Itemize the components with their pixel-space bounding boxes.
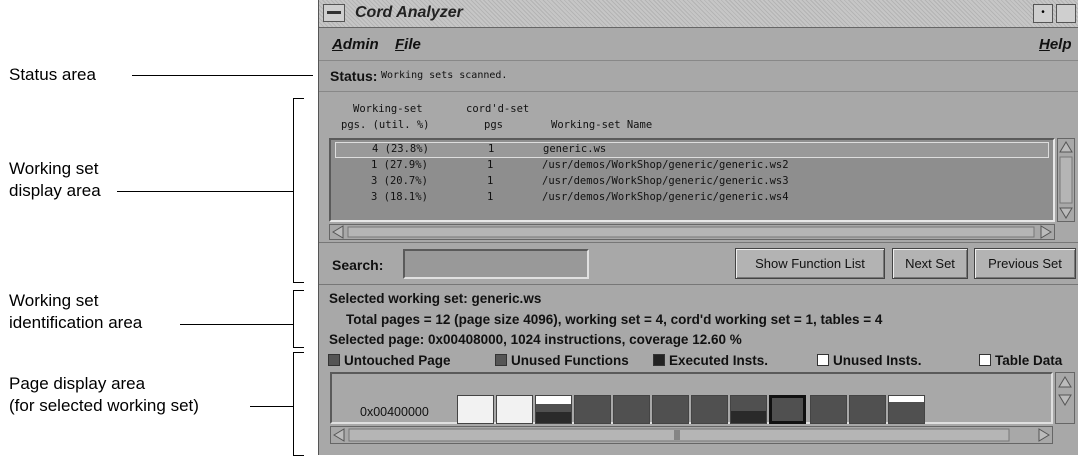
status-area: Status: Working sets scanned. — [319, 61, 1078, 92]
list-item[interactable]: 4 (23.8%) 1 generic.ws — [335, 142, 1049, 158]
page-cell[interactable] — [574, 395, 611, 424]
status-label: Status: — [330, 68, 378, 84]
page-cell[interactable] — [457, 395, 494, 424]
page-cell[interactable] — [730, 395, 767, 424]
page-cell[interactable] — [496, 395, 533, 424]
legend-label: Table Data — [995, 353, 1063, 368]
callout-working-set-ident-line2: identification area — [9, 313, 143, 332]
ws-cord-pgs: 1 — [488, 143, 495, 155]
legend-executed-insts: Executed Insts. — [653, 353, 768, 368]
scroll-arrows-icon — [332, 225, 1052, 239]
legend-label: Executed Insts. — [669, 353, 769, 368]
page-cell[interactable] — [691, 395, 728, 424]
legend-label: Unused Functions — [511, 353, 629, 368]
list-item[interactable]: 1 (27.9%) 1 /usr/demos/WorkShop/generic/… — [335, 159, 1047, 173]
callout-working-set-ident-line1: Working set — [9, 291, 99, 310]
legend-swatch — [328, 354, 340, 366]
bracket-working-set-display — [293, 98, 304, 283]
show-function-list-button[interactable]: Show Function List — [735, 248, 885, 279]
window-menu-button[interactable] — [323, 4, 345, 22]
ws-name: /usr/demos/WorkShop/generic/generic.ws3 — [542, 175, 789, 187]
selected-working-set: Selected working set: generic.ws — [329, 291, 542, 306]
ws-pgs: 4 (23.8%) — [372, 143, 429, 155]
title-bar[interactable]: Cord Analyzer • — [319, 0, 1078, 28]
list-vertical-scrollbar[interactable] — [1057, 138, 1075, 222]
cord-analyzer-window: Cord Analyzer • Admin File Help Status: … — [318, 0, 1078, 455]
search-input[interactable] — [403, 249, 589, 279]
list-item[interactable]: 3 (20.7%) 1 /usr/demos/WorkShop/generic/… — [335, 175, 1047, 189]
callout-line-page-display — [250, 406, 294, 407]
page-cell[interactable] — [849, 395, 886, 424]
column-header-cord-pgs-line2: pgs — [484, 119, 503, 131]
page-cell[interactable] — [810, 395, 847, 424]
legend-swatch — [979, 354, 991, 366]
callout-working-set-display-line1: Working set — [9, 159, 99, 178]
selected-page-info: Selected page: 0x00408000, 1024 instruct… — [329, 332, 742, 347]
menu-file[interactable]: File — [395, 36, 421, 53]
menu-bar: Admin File Help — [319, 28, 1078, 61]
callout-line-working-set-ident — [180, 324, 294, 325]
maximize-button[interactable] — [1056, 4, 1076, 23]
ws-cord-pgs: 1 — [487, 159, 494, 171]
divider — [319, 284, 1078, 285]
ws-pgs: 3 (20.7%) — [371, 175, 428, 187]
minimize-button[interactable]: • — [1033, 4, 1053, 23]
scroll-arrows-icon — [1058, 376, 1072, 406]
page-cell[interactable] — [652, 395, 689, 424]
next-set-button[interactable]: Next Set — [892, 248, 968, 279]
scroll-arrows-icon — [333, 428, 1050, 442]
ws-cord-pgs: 1 — [487, 191, 494, 203]
menu-help[interactable]: Help — [1039, 36, 1072, 53]
ws-name: /usr/demos/WorkShop/generic/generic.ws2 — [542, 159, 789, 171]
page-display-vertical-scrollbar[interactable] — [1055, 372, 1075, 424]
list-horizontal-scrollbar[interactable] — [329, 224, 1055, 240]
legend-unused-functions: Unused Functions — [495, 353, 629, 368]
ws-name: /usr/demos/WorkShop/generic/generic.ws4 — [542, 191, 789, 203]
list-item[interactable]: 3 (18.1%) 1 /usr/demos/WorkShop/generic/… — [335, 191, 1047, 205]
bracket-working-set-ident — [293, 290, 304, 348]
page-cell[interactable] — [613, 395, 650, 424]
divider — [319, 242, 1078, 243]
ws-name: generic.ws — [543, 143, 607, 155]
legend-swatch — [653, 354, 665, 366]
page-cell-selected[interactable] — [769, 395, 806, 424]
previous-set-button[interactable]: Previous Set — [974, 248, 1076, 279]
working-set-list[interactable]: 4 (23.8%) 1 generic.ws 1 (27.9%) 1 /usr/… — [329, 138, 1055, 222]
legend-untouched-page: Untouched Page — [328, 353, 451, 368]
column-header-ws-pgs-line2: pgs. (util. %) — [341, 119, 430, 131]
status-text: Working sets scanned. — [381, 70, 508, 81]
column-header-ws-name: Working-set Name — [551, 119, 653, 131]
callout-line-working-set-display — [117, 191, 294, 192]
ws-cord-pgs: 1 — [487, 175, 494, 187]
callout-working-set-display-line2: display area — [9, 181, 101, 200]
window-title: Cord Analyzer — [355, 4, 463, 21]
scroll-arrows-icon — [1059, 141, 1073, 219]
legend-unused-insts: Unused Insts. — [817, 353, 922, 368]
page-display-horizontal-scrollbar[interactable] — [330, 426, 1053, 444]
ws-pgs: 1 (27.9%) — [371, 159, 428, 171]
legend-label: Unused Insts. — [833, 353, 922, 368]
legend-swatch — [817, 354, 829, 366]
legend-table-data: Table Data — [979, 353, 1062, 368]
callout-line-status — [132, 75, 313, 76]
menu-admin[interactable]: Admin — [332, 36, 379, 53]
page-address: 0x00400000 — [360, 405, 429, 419]
legend-label: Untouched Page — [344, 353, 451, 368]
ws-pgs: 3 (18.1%) — [371, 191, 428, 203]
callout-status-area: Status area — [9, 65, 96, 84]
bracket-page-display — [293, 352, 304, 456]
working-set-totals: Total pages = 12 (page size 4096), worki… — [346, 312, 883, 327]
legend-swatch — [495, 354, 507, 366]
page-cell[interactable] — [888, 395, 925, 424]
column-header-ws-pgs-line1: Working-set — [353, 103, 423, 115]
callout-page-display-line2: (for selected working set) — [9, 396, 199, 415]
column-header-cord-pgs-line1: cord'd-set — [466, 103, 530, 115]
page-cell[interactable] — [535, 395, 572, 424]
callout-page-display-line1: Page display area — [9, 374, 146, 393]
search-label: Search: — [332, 257, 384, 273]
